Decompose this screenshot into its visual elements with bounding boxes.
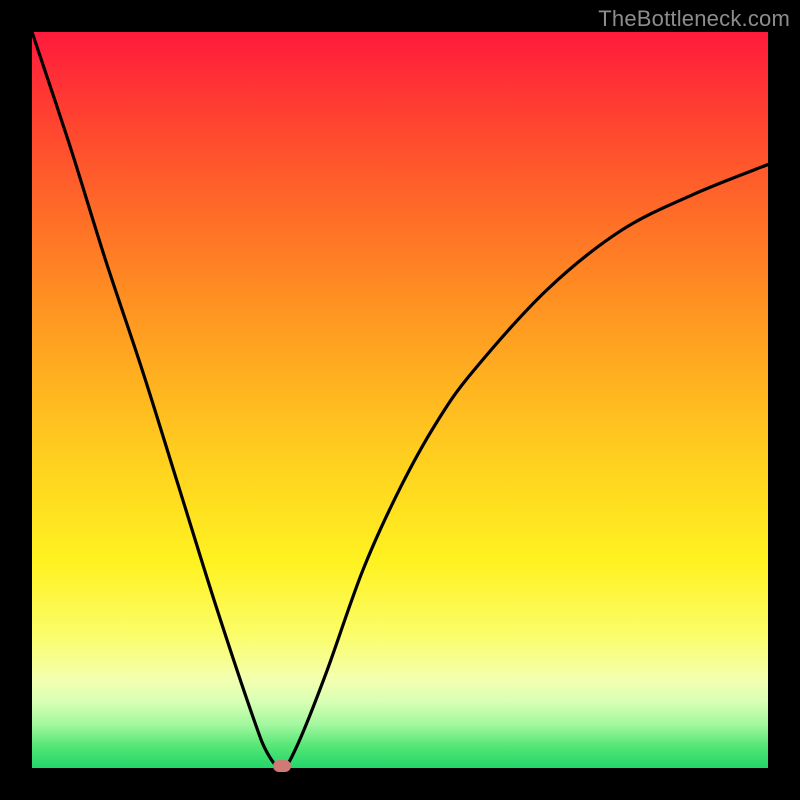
watermark-text: TheBottleneck.com bbox=[598, 6, 790, 32]
optimal-marker bbox=[273, 760, 291, 772]
curve-path bbox=[32, 32, 768, 768]
bottleneck-curve bbox=[32, 32, 768, 768]
plot-area bbox=[32, 32, 768, 768]
chart-frame: TheBottleneck.com bbox=[0, 0, 800, 800]
